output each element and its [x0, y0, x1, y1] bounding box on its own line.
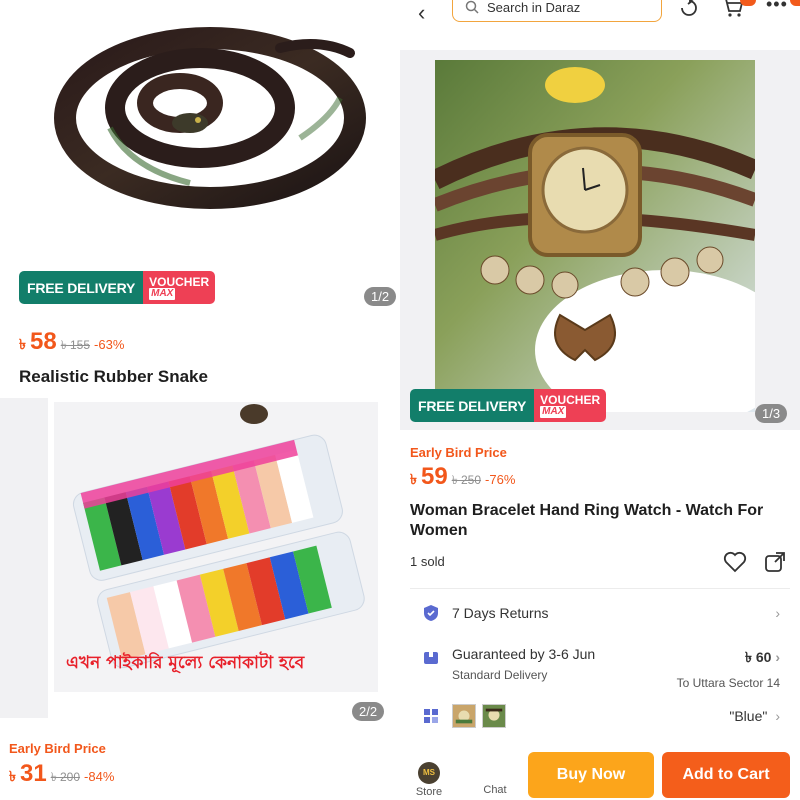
search-icon — [465, 0, 479, 14]
clay-product-card[interactable]: এখন পাইকারি মূল্যে কেনাকাটা হবে 2/2 Earl… — [0, 398, 400, 800]
early-bird-label: Early Bird Price — [9, 741, 106, 756]
chevron-right-icon: › — [775, 708, 780, 724]
image-counter: 1/2 — [364, 287, 397, 306]
snake-price-row: ৳ 58 ৳ 155 -63% — [19, 328, 124, 357]
top-bar: ‹ Search in Daraz ••• — [400, 0, 800, 30]
watch-product-image[interactable] — [435, 60, 755, 412]
delivery-box-icon — [422, 648, 440, 666]
back-arrow-icon[interactable]: ‹ — [418, 0, 425, 26]
product-detail-page: ‹ Search in Daraz ••• FREE DELIVERY VOUC… — [400, 0, 800, 800]
free-delivery-label: FREE DELIVERY — [19, 271, 144, 304]
product-price-row: ৳ 59 ৳ 250 -76% — [410, 463, 515, 492]
selected-variant: "Blue" — [729, 708, 768, 724]
snake-product-card[interactable]: FREE DELIVERY VOUCHER MAX 1/2 ৳ 58 ৳ 155… — [0, 0, 400, 398]
add-to-cart-button[interactable]: Add to Cart — [662, 752, 790, 798]
returns-label: 7 Days Returns — [452, 605, 549, 621]
chat-button[interactable]: Chat — [480, 784, 510, 796]
search-input[interactable]: Search in Daraz — [452, 0, 662, 22]
bottom-action-bar: MS Store Chat Buy Now Add to Cart — [400, 742, 800, 800]
share-icon[interactable] — [764, 551, 786, 573]
product-title: Woman Bracelet Hand Ring Watch - Watch F… — [410, 502, 764, 539]
chevron-right-icon: › — [775, 649, 780, 665]
snake-product-image[interactable] — [50, 8, 370, 218]
original-price: ৳ 200 — [50, 770, 81, 784]
more-badge — [790, 0, 800, 6]
variant-thumbnail-2[interactable] — [482, 704, 506, 728]
delivery-fee: ৳ 60 — [745, 649, 772, 665]
voucher-max-tag: VOUCHER MAX — [534, 389, 607, 422]
product-title[interactable]: Realistic Rubber Snake — [19, 367, 208, 387]
more-options-icon[interactable]: ••• — [766, 0, 788, 15]
voucher-label: VOUCHER — [149, 274, 210, 289]
delivery-row[interactable]: Guaranteed by 3-6 Jun Standard Delivery … — [410, 646, 790, 690]
store-label: Store — [415, 786, 443, 798]
current-price: 58 — [29, 328, 57, 355]
share-icon[interactable] — [678, 0, 700, 18]
delivery-fee-line: ৳ 60 › — [745, 646, 780, 670]
store-logo-icon: MS — [418, 762, 440, 784]
max-label: MAX — [149, 287, 176, 300]
search-placeholder: Search in Daraz — [487, 0, 581, 15]
returns-row[interactable]: 7 Days Returns › — [410, 604, 790, 622]
divider — [410, 588, 790, 589]
variant-row[interactable]: "Blue" › — [410, 704, 790, 728]
cart-count-badge — [740, 0, 756, 6]
promo-banner-text: এখন পাইকারি মূল্যে কেনাকাটা হবে — [66, 653, 305, 673]
buy-now-button[interactable]: Buy Now — [528, 752, 654, 798]
shield-icon — [422, 604, 440, 622]
discount-percent: -84% — [84, 769, 115, 784]
chat-label: Chat — [483, 784, 507, 796]
original-price: ৳ 155 — [60, 338, 91, 352]
chevron-right-icon: › — [775, 605, 780, 621]
variant-grid-icon — [422, 707, 440, 725]
voucher-label: VOUCHER — [540, 392, 601, 407]
delivery-type: Standard Delivery — [452, 668, 548, 682]
discount-percent: -76% — [485, 472, 516, 487]
image-counter: 2/2 — [352, 702, 385, 721]
clay-product-image[interactable] — [54, 402, 378, 692]
currency-symbol: ৳ — [410, 471, 417, 487]
left-product-feed: FREE DELIVERY VOUCHER MAX 1/2 ৳ 58 ৳ 155… — [0, 0, 400, 800]
currency-symbol: ৳ — [19, 336, 26, 352]
wishlist-heart-icon[interactable] — [723, 551, 747, 573]
original-price: ৳ 250 — [451, 473, 482, 487]
free-delivery-voucher-badge: FREE DELIVERY VOUCHER MAX — [19, 271, 216, 304]
early-bird-label: Early Bird Price — [410, 445, 507, 460]
current-price: 59 — [420, 463, 448, 490]
image-frame — [0, 398, 48, 718]
product-image-gallery[interactable] — [400, 50, 800, 430]
clay-price-row: ৳ 31 ৳ 200 -84% — [9, 760, 114, 789]
free-delivery-voucher-badge: FREE DELIVERY VOUCHER MAX — [410, 389, 607, 422]
variant-thumbnail-1[interactable] — [452, 704, 476, 728]
image-counter: 1/3 — [755, 404, 788, 423]
delivery-location: To Uttara Sector 14 — [676, 676, 780, 690]
store-button[interactable]: MS Store — [414, 762, 444, 798]
max-label: MAX — [540, 405, 567, 418]
voucher-max-tag: VOUCHER MAX — [143, 271, 216, 304]
current-price: 31 — [19, 760, 47, 787]
delivery-guarantee: Guaranteed by 3-6 Jun — [452, 646, 596, 662]
currency-symbol: ৳ — [9, 768, 16, 784]
sold-count: 1 sold — [410, 554, 445, 569]
free-delivery-label: FREE DELIVERY — [410, 389, 535, 422]
discount-percent: -63% — [94, 337, 125, 352]
